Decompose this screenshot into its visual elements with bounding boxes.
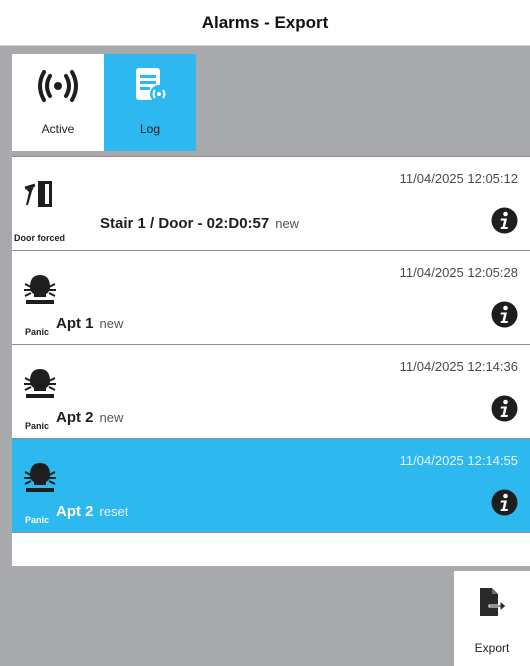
alarm-source-name: Apt 1 [56, 315, 94, 332]
alarm-timestamp: 11/04/2025 12:14:55 [399, 453, 518, 468]
alarm-timestamp: 11/04/2025 12:14:36 [399, 359, 518, 374]
tab-log-label: Log [139, 122, 161, 136]
panic-person-icon [22, 367, 58, 399]
alarm-row[interactable]: Panic Apt 2 new 11/04/2025 12:14:36 [12, 344, 530, 438]
list-divider [12, 532, 530, 533]
export-document-icon [454, 585, 530, 619]
alarm-source: Apt 2 reset [56, 503, 128, 520]
alarm-source-name: Apt 2 [56, 503, 94, 520]
info-icon[interactable] [491, 301, 518, 328]
alarm-row[interactable]: Door forced Stair 1 / Door - 02:D0:57 new… [12, 156, 530, 250]
alarm-source-name: Apt 2 [56, 409, 94, 426]
alarm-status: new [99, 316, 124, 331]
page-title: Alarms - Export [201, 13, 329, 32]
log-document-icon [104, 66, 196, 106]
alarm-timestamp: 11/04/2025 12:05:28 [399, 265, 518, 280]
door-forced-icon [22, 179, 58, 211]
alarm-status: new [99, 410, 124, 425]
info-icon[interactable] [491, 207, 518, 234]
alarm-signal-icon [12, 66, 104, 106]
info-icon[interactable] [491, 395, 518, 422]
alarm-status: new [275, 216, 300, 231]
tab-active[interactable]: Active [12, 54, 104, 151]
alarm-status: reset [99, 504, 129, 519]
export-button[interactable]: Export [454, 571, 530, 666]
alarm-timestamp: 11/04/2025 12:05:12 [399, 171, 518, 186]
alarm-source: Apt 1 new [56, 315, 123, 332]
alarm-source: Stair 1 / Door - 02:D0:57 new [100, 215, 299, 232]
alarm-source: Apt 2 new [56, 409, 123, 426]
alarm-row[interactable]: Panic Apt 1 new 11/04/2025 12:05:28 [12, 250, 530, 344]
alarm-type-label: Door forced [14, 233, 66, 243]
tab-bar: Active Log [0, 46, 530, 151]
alarm-log-list: Door forced Stair 1 / Door - 02:D0:57 new… [12, 156, 530, 566]
export-button-label: Export [474, 641, 510, 655]
title-bar: Alarms - Export [0, 0, 530, 46]
info-icon[interactable] [491, 489, 518, 516]
alarms-export-screen: Alarms - Export Active Log Door forced S… [0, 0, 530, 666]
tab-active-label: Active [41, 122, 75, 136]
panic-person-icon [22, 461, 58, 493]
footer-bar: Export [0, 566, 530, 666]
panic-person-icon [22, 273, 58, 305]
alarm-row-selected[interactable]: Panic Apt 2 reset 11/04/2025 12:14:55 [12, 438, 530, 532]
tab-log[interactable]: Log [104, 54, 196, 151]
alarm-source-name: Stair 1 / Door - 02:D0:57 [100, 215, 270, 232]
